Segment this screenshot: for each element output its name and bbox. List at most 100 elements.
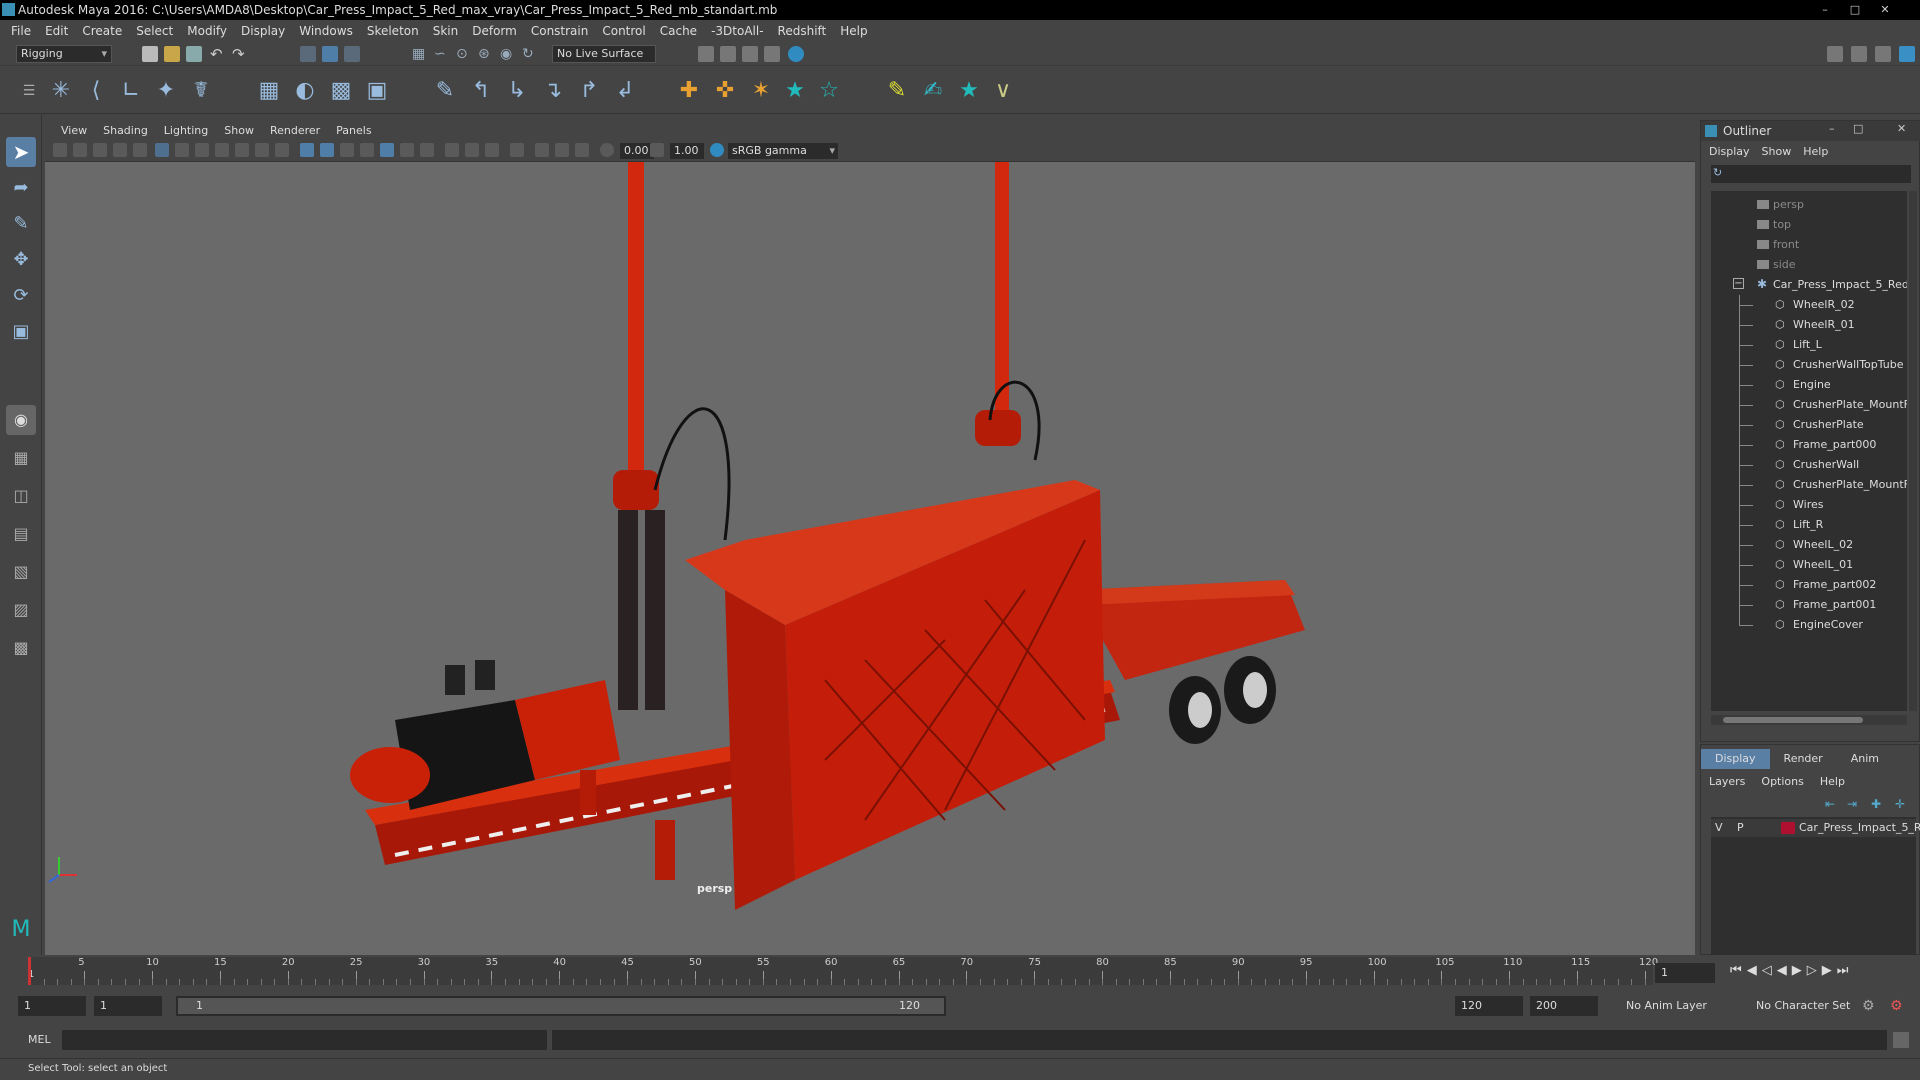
outliner-item-mesh[interactable]: ⬡ Lift_R — [1711, 515, 1907, 535]
outliner-item-mesh[interactable]: ⬡ WheelL_01 — [1711, 555, 1907, 575]
tool-settings-icon[interactable] — [1875, 46, 1891, 62]
viewport-menu-panels[interactable]: Panels — [328, 124, 379, 137]
xray-joints-icon[interactable] — [555, 143, 569, 157]
menu-deform[interactable]: Deform — [467, 24, 526, 38]
outliner-menu-show[interactable]: Show — [1760, 143, 1802, 161]
xray-components-icon[interactable] — [575, 143, 589, 157]
smooth-shade-icon[interactable] — [320, 143, 334, 157]
shadows-icon[interactable] — [400, 143, 414, 157]
paint-select-icon[interactable]: ✎ — [6, 209, 36, 239]
viewport-menu-view[interactable]: View — [53, 124, 95, 137]
time-ruler[interactable]: 5 10 15 20 25 30 35 40 45 50 55 60 65 70 75 80 85 90 95 100… — [28, 957, 1658, 985]
menu-create[interactable]: Create — [77, 24, 131, 38]
playback-start-field[interactable]: 1 — [94, 996, 162, 1016]
screen-space-ao-icon[interactable] — [420, 143, 434, 157]
snap-live-icon[interactable]: ↻ — [522, 46, 538, 62]
menu-cache[interactable]: Cache — [655, 24, 706, 38]
grid-icon[interactable] — [155, 143, 169, 157]
anim-layer-dropdown[interactable]: No Anim Layer — [1620, 996, 1740, 1016]
viewport-menu-shading[interactable]: Shading — [95, 124, 156, 137]
resolution-gate-icon[interactable] — [195, 143, 209, 157]
step-back-icon[interactable]: ◁ — [1762, 963, 1777, 978]
parent-constraint-icon[interactable]: ✎ — [432, 78, 458, 104]
anim-prefs-icon[interactable]: ⚙ — [1890, 998, 1903, 1014]
menu-modify[interactable]: Modify — [182, 24, 236, 38]
attribute-editor-icon[interactable] — [1851, 46, 1867, 62]
layer-playback-toggle[interactable]: P — [1737, 821, 1744, 834]
outliner-item-camera[interactable]: side — [1711, 255, 1907, 275]
layer-row[interactable]: V P Car_Press_Impact_5_Re — [1711, 819, 1920, 837]
textured-icon[interactable] — [360, 143, 374, 157]
render-frame-icon[interactable] — [720, 46, 736, 62]
ik-spline-icon[interactable]: ∟ — [118, 78, 144, 104]
wireframe-on-shaded-icon[interactable] — [340, 143, 354, 157]
time-slider[interactable]: 5 10 15 20 25 30 35 40 45 50 55 60 65 70 75 80 85 90 95 100… — [0, 955, 1920, 989]
render-settings-icon[interactable] — [698, 46, 714, 62]
outliner-item-mesh[interactable]: ⬡ EngineCover — [1711, 615, 1907, 635]
two-d-pan-icon[interactable] — [133, 143, 147, 157]
live-surface-field[interactable]: No Live Surface — [552, 45, 656, 63]
outliner-item-camera[interactable]: top — [1711, 215, 1907, 235]
bookmark-icon[interactable] — [93, 143, 107, 157]
render-view-icon[interactable] — [764, 46, 780, 62]
outliner-item-mesh[interactable]: ⬡ CrusherWallTopTube — [1711, 355, 1907, 375]
script-language-toggle[interactable]: MEL — [28, 1033, 51, 1046]
wireframe-icon[interactable] — [300, 143, 314, 157]
insert-joint-icon[interactable]: ✦ — [153, 78, 179, 104]
field-chart-icon[interactable] — [235, 143, 249, 157]
outliner-item-mesh[interactable]: ⬡ Wires — [1711, 495, 1907, 515]
mirror-joint-icon[interactable]: ☤ — [188, 78, 214, 104]
snap-grid-icon[interactable]: ▦ — [412, 46, 428, 62]
scale-tool-icon[interactable]: ▣ — [6, 317, 36, 347]
minimize-button[interactable]: – — [1815, 2, 1835, 17]
hypershade-pane-icon[interactable]: ▩ — [6, 633, 36, 663]
ipr-render-icon[interactable] — [742, 46, 758, 62]
select-object-icon[interactable] — [322, 46, 338, 62]
outliner-search-field[interactable]: ↻ — [1711, 165, 1911, 183]
select-camera-icon[interactable] — [53, 143, 67, 157]
menu-redshift[interactable]: Redshift — [773, 24, 836, 38]
viewport-persp[interactable]: persp — [45, 120, 1695, 955]
new-scene-icon[interactable] — [142, 46, 158, 62]
start-time-field[interactable]: 1 — [18, 996, 86, 1016]
cluster-icon[interactable]: ▣ — [364, 78, 390, 104]
menu-constrain[interactable]: Constrain — [526, 24, 598, 38]
locator-icon[interactable]: ✚ — [676, 78, 702, 104]
layer-menu-options[interactable]: Options — [1761, 773, 1819, 791]
menu-skin[interactable]: Skin — [428, 24, 468, 38]
bind-skin-icon[interactable]: ▦ — [256, 78, 282, 104]
outliner-item-camera[interactable]: persp — [1711, 195, 1907, 215]
gamma-field[interactable]: 1.00 — [670, 143, 704, 159]
close-button[interactable]: ✕ — [1875, 2, 1895, 17]
ik-handle-icon[interactable]: ⟨ — [83, 78, 109, 104]
open-scene-icon[interactable] — [164, 46, 180, 62]
range-handle[interactable]: 1 120 — [178, 998, 944, 1014]
menu-select[interactable]: Select — [131, 24, 182, 38]
snap-view-icon[interactable]: ⊛ — [478, 46, 494, 62]
outliner-vertical-scrollbar[interactable] — [1909, 191, 1917, 711]
move-layer-down-icon[interactable]: ⇥ — [1847, 797, 1857, 811]
shelf-menu-icon[interactable]: ☰ — [16, 78, 42, 104]
minimize-button[interactable]: – — [1829, 122, 1835, 135]
channel-box-icon[interactable] — [1899, 46, 1915, 62]
component-editor-icon[interactable]: ✍ — [920, 78, 946, 104]
menu-windows[interactable]: Windows — [294, 24, 362, 38]
xray-icon[interactable] — [535, 143, 549, 157]
two-pane-icon[interactable]: ◫ — [6, 481, 36, 511]
viewport-menu-show[interactable]: Show — [216, 124, 262, 137]
view-transform-dropdown[interactable]: sRGB gamma ▾ — [728, 143, 838, 159]
single-pane-icon[interactable]: ◉ — [6, 405, 36, 435]
outliner-item-mesh[interactable]: ⬡ Engine — [1711, 375, 1907, 395]
new-layer-icon[interactable]: ✚ — [1871, 797, 1881, 811]
motion-blur-icon[interactable] — [445, 143, 459, 157]
go-to-end-icon[interactable]: ⏭ — [1837, 963, 1854, 978]
menu-control[interactable]: Control — [597, 24, 654, 38]
menu-skeleton[interactable]: Skeleton — [362, 24, 428, 38]
outliner-menu-display[interactable]: Display — [1707, 143, 1760, 161]
layer-visibility-toggle[interactable]: V — [1715, 821, 1723, 834]
outliner-item-mesh[interactable]: ⬡ WheelR_02 — [1711, 295, 1907, 315]
menu-file[interactable]: File — [6, 24, 40, 38]
end-time-field[interactable]: 200 — [1530, 996, 1598, 1016]
move-tool-icon[interactable]: ✥ — [6, 245, 36, 275]
outliner-item-root[interactable]: − ✱ Car_Press_Impact_5_Red_ — [1711, 275, 1907, 295]
